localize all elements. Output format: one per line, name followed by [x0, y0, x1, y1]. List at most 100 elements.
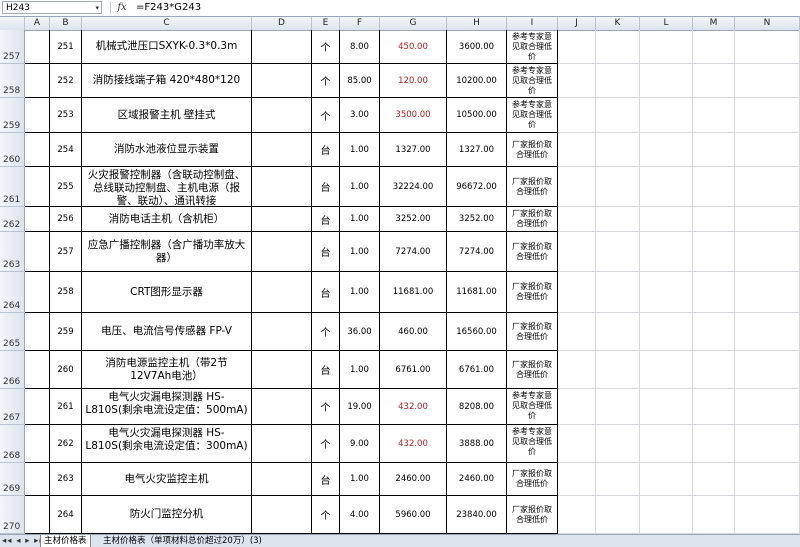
cell-a[interactable] — [25, 232, 50, 272]
cell-unit[interactable]: 个 — [312, 30, 340, 64]
cell-empty[interactable] — [640, 496, 693, 534]
cell-quantity[interactable]: 85.00 — [340, 64, 380, 98]
cell-quantity[interactable]: 4.00 — [340, 496, 380, 534]
cell-item-name[interactable]: 电气火灾漏电探测器 HS-L810S(剩余电流设定值：500mA) — [82, 389, 252, 425]
cell-empty[interactable] — [693, 133, 735, 167]
column-header-a[interactable]: A — [25, 17, 50, 30]
cell-empty[interactable] — [735, 98, 800, 133]
cell-spec[interactable] — [252, 30, 312, 64]
cell-total[interactable]: 96672.00 — [447, 167, 507, 207]
cell-unit-price[interactable]: 7274.00 — [380, 232, 447, 272]
cell-note[interactable]: 厂家报价取合理低价 — [507, 463, 558, 496]
cell-empty[interactable] — [693, 351, 735, 389]
cell-empty[interactable] — [693, 272, 735, 313]
cell-index[interactable]: 262 — [50, 425, 82, 463]
cell-note[interactable]: 厂家报价取合理低价 — [507, 496, 558, 534]
cell-index[interactable]: 260 — [50, 351, 82, 389]
row-header[interactable]: 270 — [0, 496, 25, 534]
cell-spec[interactable] — [252, 133, 312, 167]
cell-item-name[interactable]: 消防水池液位显示装置 — [82, 133, 252, 167]
row-header[interactable]: 267 — [0, 389, 25, 425]
cell-item-name[interactable]: 应急广播控制器（含广播功率放大器） — [82, 232, 252, 272]
cell-unit-price[interactable]: 120.00 — [380, 64, 447, 98]
cell-item-name[interactable]: 消防电话主机（含机柜） — [82, 207, 252, 232]
cell-empty[interactable] — [640, 30, 693, 64]
cell-empty[interactable] — [596, 496, 640, 534]
cell-empty[interactable] — [693, 167, 735, 207]
cell-index[interactable]: 251 — [50, 30, 82, 64]
cell-empty[interactable] — [596, 98, 640, 133]
column-header-m[interactable]: M — [693, 17, 735, 30]
cell-index[interactable]: 256 — [50, 207, 82, 232]
cell-empty[interactable] — [558, 64, 596, 98]
cell-empty[interactable] — [735, 313, 800, 351]
column-header-h[interactable]: H — [447, 17, 507, 30]
cell-item-name[interactable]: 电气火灾监控主机 — [82, 463, 252, 496]
cell-a[interactable] — [25, 30, 50, 64]
sheet-tab-2[interactable]: 主材价格表（单项材料总价超过20万）(3) — [100, 535, 265, 547]
cell-a[interactable] — [25, 64, 50, 98]
cell-item-name[interactable]: 电气火灾漏电探测器 HS-L810S(剩余电流设定值：300mA) — [82, 425, 252, 463]
cell-empty[interactable] — [735, 133, 800, 167]
cell-empty[interactable] — [640, 313, 693, 351]
cell-a[interactable] — [25, 389, 50, 425]
cell-note[interactable]: 参考专家意见取合理低价 — [507, 389, 558, 425]
row-header[interactable]: 258 — [0, 64, 25, 98]
cell-empty[interactable] — [558, 463, 596, 496]
cell-empty[interactable] — [596, 272, 640, 313]
cell-a[interactable] — [25, 463, 50, 496]
cell-total[interactable]: 23840.00 — [447, 496, 507, 534]
cell-note[interactable]: 参考专家意见取合理低价 — [507, 98, 558, 133]
chevron-down-icon[interactable]: ▾ — [95, 2, 99, 15]
cell-empty[interactable] — [596, 207, 640, 232]
sheet-tab-1[interactable]: 主材价格表 — [40, 535, 91, 547]
cell-empty[interactable] — [640, 207, 693, 232]
cell-empty[interactable] — [735, 232, 800, 272]
cell-spec[interactable] — [252, 425, 312, 463]
cell-spec[interactable] — [252, 389, 312, 425]
cell-note[interactable]: 厂家报价取合理低价 — [507, 167, 558, 207]
cell-spec[interactable] — [252, 98, 312, 133]
cell-empty[interactable] — [596, 313, 640, 351]
cell-empty[interactable] — [735, 167, 800, 207]
cell-empty[interactable] — [640, 389, 693, 425]
cell-quantity[interactable]: 1.00 — [340, 351, 380, 389]
cell-item-name[interactable]: 消防接线端子箱 420*480*120 — [82, 64, 252, 98]
cell-empty[interactable] — [693, 30, 735, 64]
cell-empty[interactable] — [596, 351, 640, 389]
cell-note[interactable]: 参考专家意见取合理低价 — [507, 425, 558, 463]
cell-total[interactable]: 3252.00 — [447, 207, 507, 232]
cell-total[interactable]: 2460.00 — [447, 463, 507, 496]
cell-empty[interactable] — [735, 496, 800, 534]
cell-empty[interactable] — [558, 425, 596, 463]
cell-spec[interactable] — [252, 272, 312, 313]
cell-spec[interactable] — [252, 232, 312, 272]
cell-empty[interactable] — [693, 496, 735, 534]
cell-unit-price[interactable]: 460.00 — [380, 313, 447, 351]
cell-empty[interactable] — [735, 463, 800, 496]
cell-item-name[interactable]: CRT图形显示器 — [82, 272, 252, 313]
cell-a[interactable] — [25, 272, 50, 313]
column-header-f[interactable]: F — [340, 17, 380, 30]
cell-item-name[interactable]: 消防电源监控主机（带2节12V7Ah电池） — [82, 351, 252, 389]
cell-quantity[interactable]: 8.00 — [340, 30, 380, 64]
cell-index[interactable]: 263 — [50, 463, 82, 496]
cell-unit[interactable]: 个 — [312, 496, 340, 534]
cell-empty[interactable] — [596, 463, 640, 496]
cell-unit[interactable]: 台 — [312, 463, 340, 496]
cell-unit[interactable]: 个 — [312, 389, 340, 425]
cell-total[interactable]: 3888.00 — [447, 425, 507, 463]
cell-total[interactable]: 3600.00 — [447, 30, 507, 64]
column-header-n[interactable]: N — [735, 17, 800, 30]
cell-unit[interactable]: 台 — [312, 133, 340, 167]
cell-unit[interactable]: 台 — [312, 272, 340, 313]
cell-note[interactable]: 参考专家意见取合理低价 — [507, 30, 558, 64]
cell-a[interactable] — [25, 496, 50, 534]
cell-spec[interactable] — [252, 496, 312, 534]
cell-a[interactable] — [25, 351, 50, 389]
row-header[interactable]: 264 — [0, 272, 25, 313]
cell-unit-price[interactable]: 3500.00 — [380, 98, 447, 133]
column-header-c[interactable]: C — [82, 17, 252, 30]
cell-note[interactable]: 厂家报价取合理低价 — [507, 351, 558, 389]
cell-quantity[interactable]: 9.00 — [340, 425, 380, 463]
